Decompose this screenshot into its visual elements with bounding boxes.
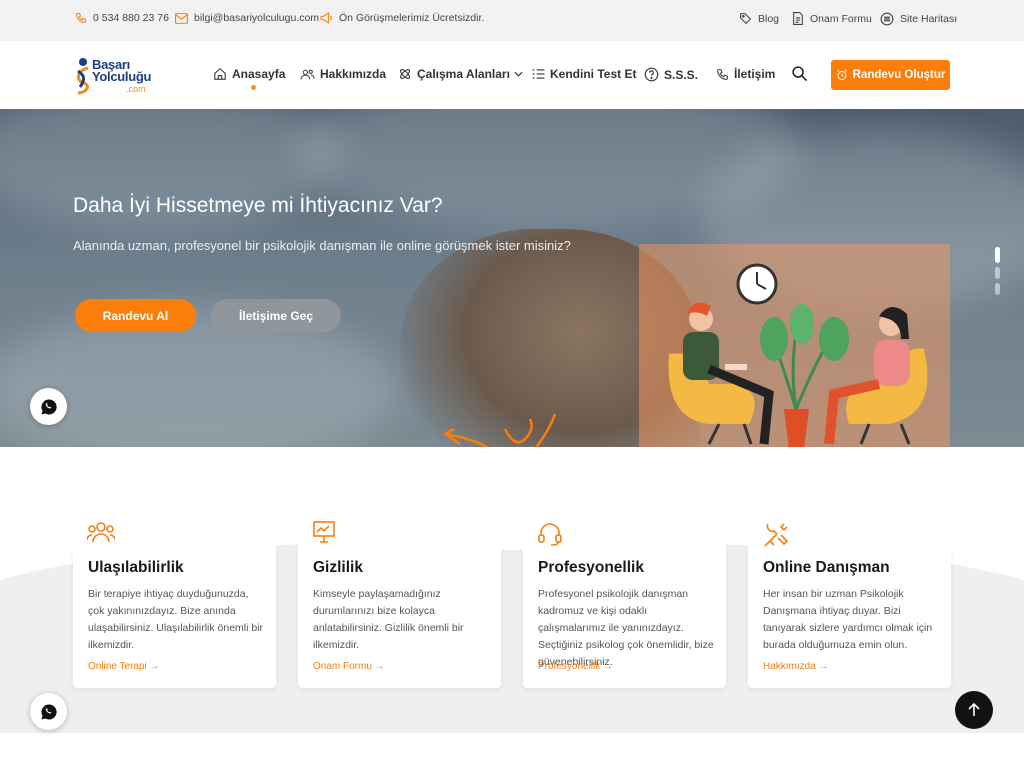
sitemap-label: Site Haritası: [900, 13, 958, 25]
create-appointment-label: Randevu Oluştur: [852, 69, 946, 81]
contact-us-button[interactable]: İletişime Geç: [211, 299, 341, 332]
headset-icon: [537, 521, 563, 552]
feature-title: Profesyonellik: [538, 559, 644, 576]
consent-form-label: Onam Formu: [810, 12, 872, 25]
email-address: bilgi@basariyolculugu.com: [194, 12, 320, 24]
feature-link-consent-form[interactable]: Onam Formu →: [313, 661, 385, 672]
feature-title: Online Danışman: [763, 559, 890, 576]
nav-item-home[interactable]: Anasayfa: [213, 67, 285, 81]
therapy-scene-image: [668, 263, 928, 447]
blog-label: Blog: [758, 12, 780, 25]
site-logo[interactable]: Başarı Yolculuğu .com: [74, 55, 164, 99]
nav-item-contact[interactable]: İletişim: [716, 67, 775, 81]
list-circle-icon: [880, 12, 894, 26]
logo-mark-icon: [77, 58, 89, 95]
feature-link-professionalism[interactable]: Profesyonellik →: [538, 661, 613, 672]
phone-icon: [75, 13, 86, 24]
feature-text: Kimseyle paylaşamadığınız durumlarınızı …: [313, 588, 464, 651]
consent-form-link[interactable]: Onam Formu: [792, 12, 872, 25]
question-circle-icon: [644, 67, 659, 82]
blog-link[interactable]: Blog: [739, 12, 779, 25]
search-button[interactable]: [791, 65, 808, 87]
whatsapp-icon: [40, 398, 57, 414]
feature-text: Her insan bir uzman Psikolojik Danışmana…: [763, 588, 933, 651]
slider-dot[interactable]: [995, 283, 1000, 295]
decorative-arrow-icon: [444, 413, 557, 447]
tools-icon: [762, 521, 790, 554]
nav-label-test: Kendini Test Et: [550, 67, 637, 81]
presentation-board-icon: [312, 521, 336, 548]
arrow-up-icon: [968, 703, 980, 716]
scroll-to-top-button[interactable]: [955, 691, 993, 729]
feature-card-accessibility: Ulaşılabilirlik Bir terapiye ihtiyaç duy…: [73, 522, 276, 688]
nav-label-home: Anasayfa: [232, 67, 286, 81]
slider-dot-active[interactable]: [995, 247, 1000, 263]
feature-link-online-therapy[interactable]: Online Terapi →: [88, 661, 160, 672]
main-header: Başarı Yolculuğu .com Anasayfa Hakkımızd…: [0, 41, 1024, 109]
hero-cloud: [0, 309, 400, 447]
users-icon: [86, 521, 116, 548]
slider-pagination: [995, 247, 1000, 299]
slider-dot[interactable]: [995, 267, 1000, 279]
hero-title: Daha İyi Hissetmeye mi İhtiyacınız Var?: [73, 194, 443, 217]
users-icon: [300, 69, 315, 79]
feature-title: Gizlilik: [313, 559, 363, 576]
feature-text: Bir terapiye ihtiyaç duyduğunuzda, çok y…: [88, 588, 264, 651]
feature-card-privacy: Gizlilik Kimseyle paylaşamadığınız durum…: [298, 521, 501, 688]
feature-text: Profesyonel psikolojik danışman kadromuz…: [538, 588, 714, 668]
promo-link[interactable]: Ön Görüşmelerimiz Ücretsizdir.: [320, 12, 484, 24]
create-appointment-button[interactable]: Randevu Oluştur: [831, 60, 950, 90]
nav-item-about[interactable]: Hakkımızda: [300, 67, 386, 81]
feature-title: Ulaşılabilirlik: [88, 559, 184, 576]
whatsapp-icon: [40, 703, 57, 719]
feature-card-online-counselor: Online Danışman Her insan bir uzman Psik…: [748, 523, 951, 688]
nav-label-faq: S.S.S.: [664, 67, 699, 82]
nav-item-faq[interactable]: S.S.S.: [644, 67, 698, 82]
book-appointment-button[interactable]: Randevu Al: [75, 299, 196, 332]
page-bottom: [0, 733, 1024, 770]
promo-text: Ön Görüşmelerimiz Ücretsizdir.: [339, 12, 485, 24]
megaphone-icon: [320, 12, 332, 24]
hero-slider: Daha İyi Hissetmeye mi İhtiyacınız Var? …: [0, 109, 1024, 447]
nav-label-contact: İletişim: [734, 67, 776, 81]
phone-icon: [717, 68, 728, 80]
phone-number: 0 534 880 23 76: [93, 12, 169, 24]
document-icon: [793, 12, 803, 25]
nav-item-areas[interactable]: Çalışma Alanları: [398, 67, 528, 81]
hero-subtitle: Alanında uzman, profesyonel bir psikoloj…: [73, 238, 571, 253]
top-bar: 0 534 880 23 76 bilgi@basariyolculugu.co…: [0, 0, 1024, 41]
logo-line-3: .com: [126, 84, 146, 94]
pen-tag-icon: [740, 13, 752, 25]
list-icon: [532, 69, 545, 79]
nav-item-test[interactable]: Kendini Test Et: [532, 67, 636, 81]
home-icon: [214, 67, 226, 80]
phone-link[interactable]: 0 534 880 23 76: [75, 12, 169, 24]
mail-icon: [175, 12, 188, 24]
email-link[interactable]: bilgi@basariyolculugu.com: [175, 12, 319, 24]
nav-label-about: Hakkımızda: [320, 67, 387, 81]
feature-link-about[interactable]: Hakkımızda →: [763, 661, 829, 672]
search-icon: [792, 66, 808, 82]
sitemap-link[interactable]: Site Haritası: [880, 12, 957, 26]
alarm-clock-icon: [836, 69, 847, 80]
chevron-down-icon: [514, 71, 523, 77]
whatsapp-button-top[interactable]: [30, 388, 67, 425]
whatsapp-button-bottom[interactable]: [30, 693, 67, 730]
nav-label-areas: Çalışma Alanları: [417, 67, 510, 81]
therapy-illustration: [639, 244, 950, 447]
atom-icon: [399, 68, 411, 80]
active-nav-indicator: [251, 85, 256, 90]
logo-line-2: Yolculuğu: [92, 69, 152, 84]
feature-card-professionalism: Profesyonellik Profesyonel psikolojik da…: [523, 523, 726, 688]
